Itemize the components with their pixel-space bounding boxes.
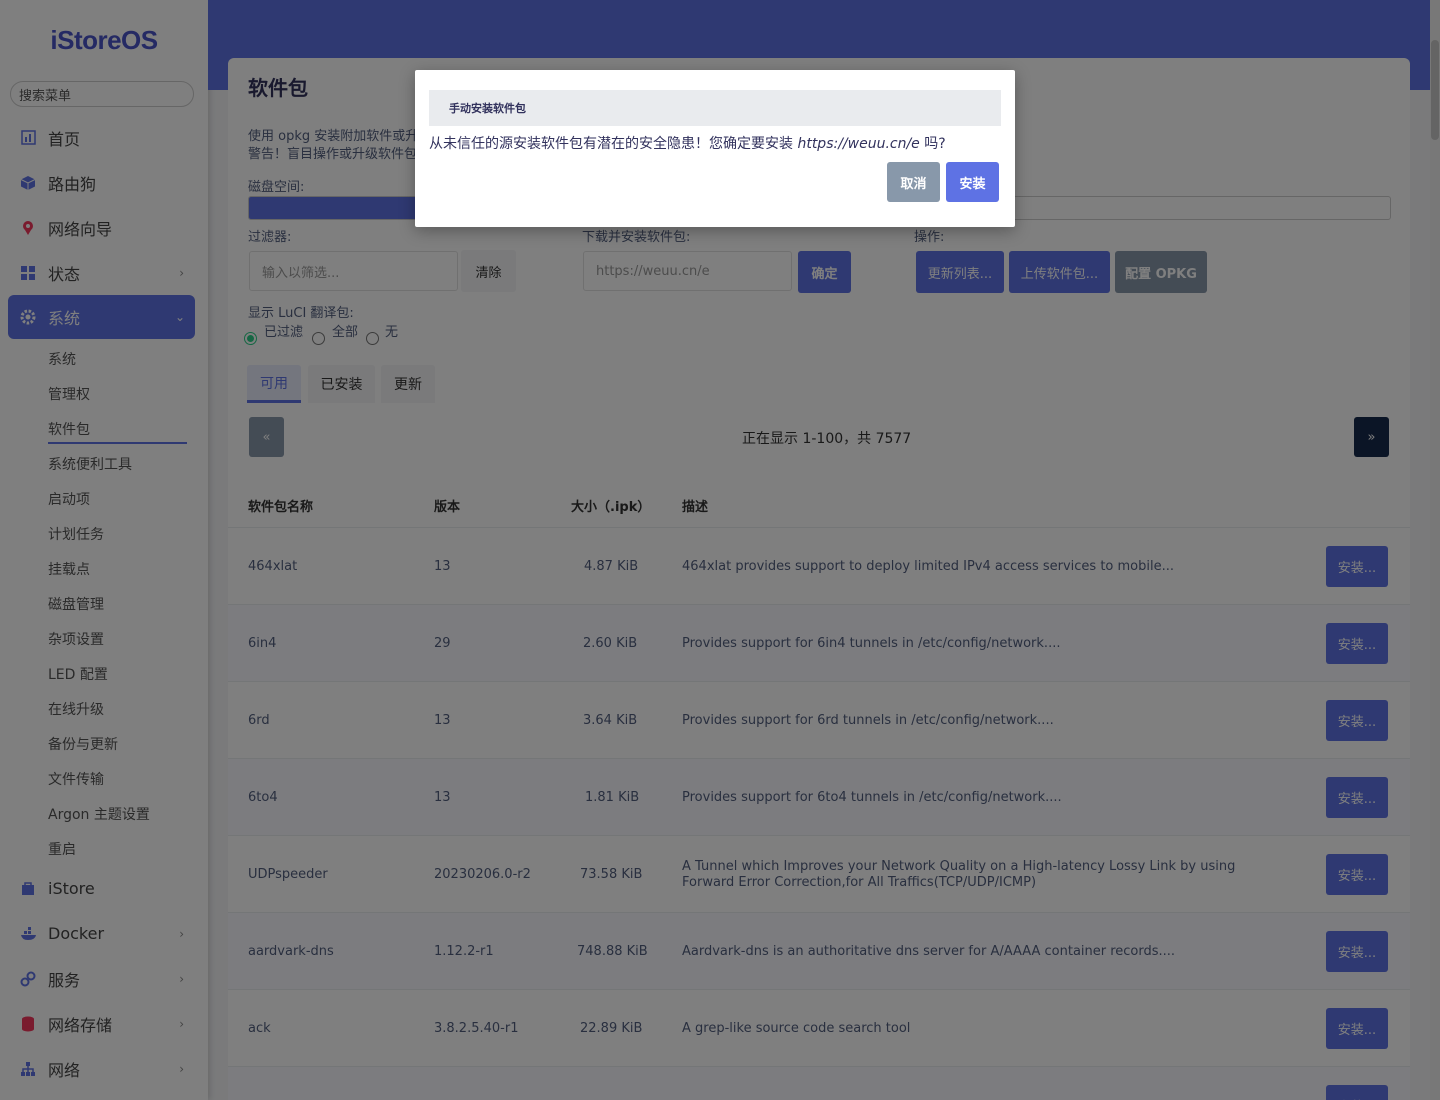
dialog-message-prefix: 从未信任的源安装软件包有潜在的安全隐患！您确定要安装 bbox=[429, 136, 798, 152]
install-confirm-dialog: 手动安装软件包 从未信任的源安装软件包有潜在的安全隐患！您确定要安装 https… bbox=[415, 70, 1015, 227]
dialog-message: 从未信任的源安装软件包有潜在的安全隐患！您确定要安装 https://weuu.… bbox=[429, 133, 946, 153]
dialog-title: 手动安装软件包 bbox=[429, 90, 1001, 126]
cancel-button[interactable]: 取消 bbox=[887, 162, 940, 202]
dialog-message-url: https://weuu.cn/e bbox=[797, 136, 920, 152]
dialog-message-suffix: 吗? bbox=[919, 136, 946, 152]
install-button[interactable]: 安装 bbox=[946, 162, 999, 202]
